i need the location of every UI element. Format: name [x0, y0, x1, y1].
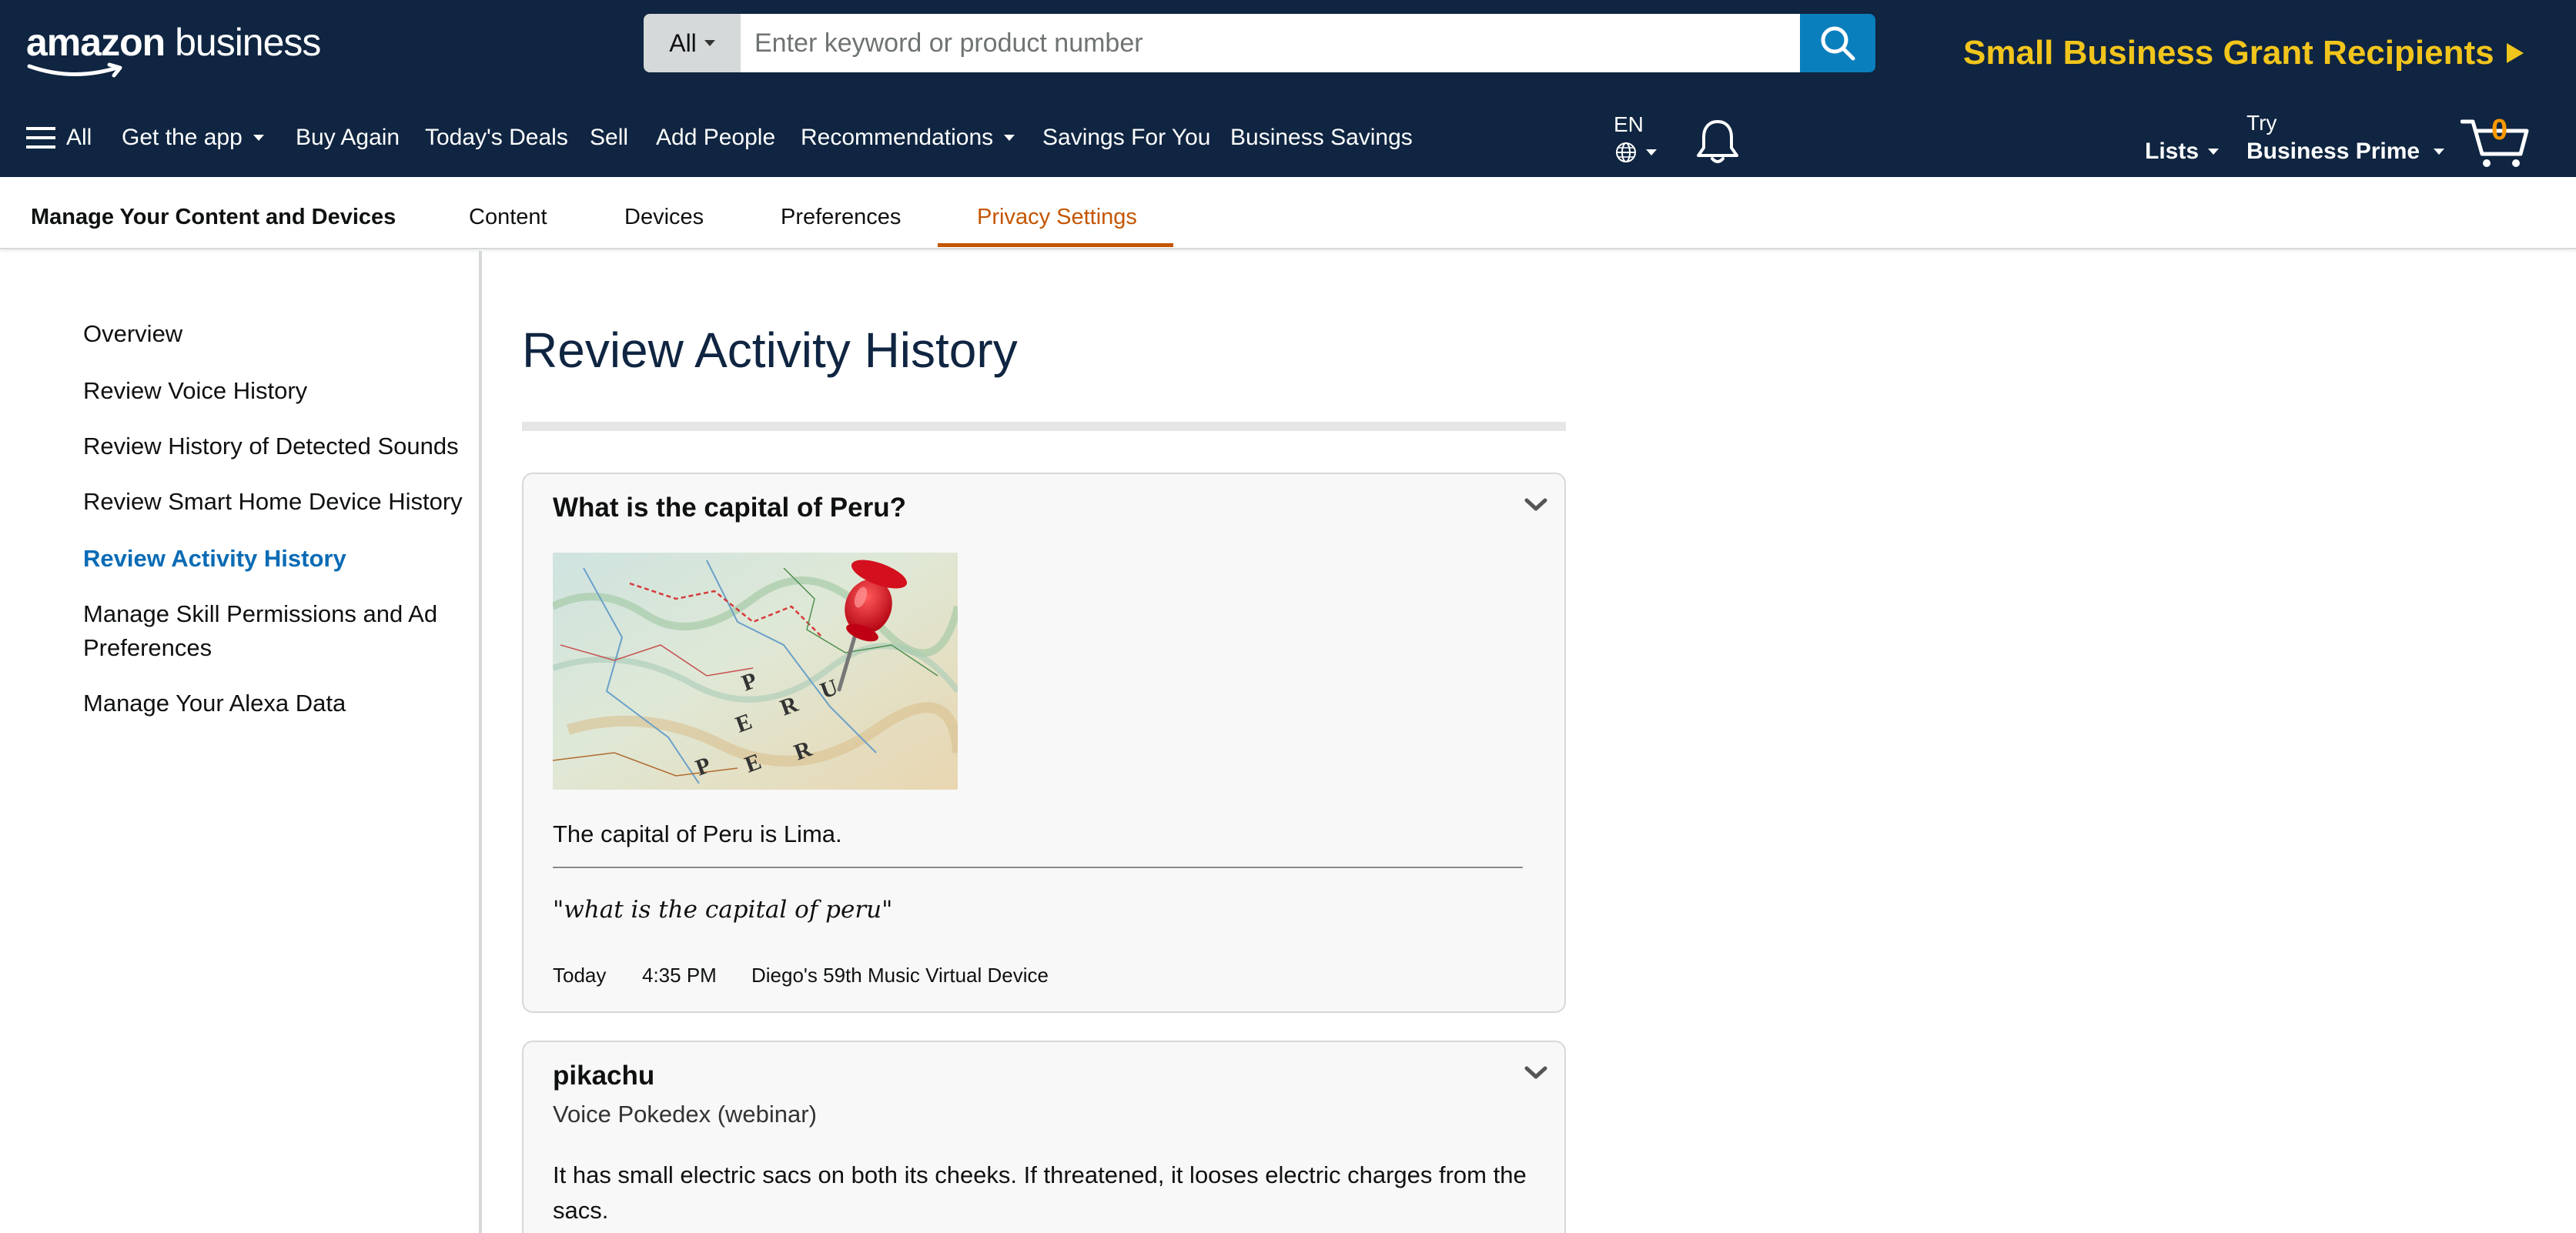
activity-question: What is the capital of Peru? [553, 493, 906, 523]
content-devices-subnav: Manage Your Content and Devices Content … [0, 177, 2576, 249]
sidebar-item-alexa-data[interactable]: Manage Your Alexa Data [83, 687, 468, 720]
nav-savings-for-you-label: Savings For You [1042, 125, 1211, 150]
nav-recommendations[interactable]: Recommendations [801, 125, 1015, 151]
activity-device: Diego's 59th Music Virtual Device [751, 964, 1049, 987]
nav-all-label: All [66, 125, 92, 150]
tab-privacy-settings[interactable]: Privacy Settings [977, 205, 1137, 230]
sidebar-item-detected-sounds[interactable]: Review History of Detected Sounds [83, 429, 468, 463]
caret-down-icon [1646, 149, 1657, 155]
card-divider [553, 867, 1523, 868]
tab-content[interactable]: Content [469, 205, 547, 230]
nav-business-savings-label: Business Savings [1230, 125, 1413, 150]
sidebar-item-voice-history[interactable]: Review Voice History [83, 374, 468, 408]
nav-business-savings[interactable]: Business Savings [1230, 125, 1413, 151]
caret-down-icon [253, 135, 264, 141]
nav-get-app[interactable]: Get the app [122, 125, 264, 151]
search-input[interactable] [741, 14, 1800, 72]
top-header: amazon business All Small Business Grant… [0, 0, 2576, 177]
notification-bell-icon[interactable] [1694, 117, 1741, 166]
search-bar: All [644, 14, 1875, 72]
nav-sell[interactable]: Sell [590, 125, 628, 151]
business-prime-label: Business Prime [2246, 139, 2420, 164]
nav-add-people-label: Add People [656, 125, 776, 150]
sidebar-item-skill-permissions[interactable]: Manage Skill Permissions and Ad Preferen… [83, 597, 468, 665]
activity-question: pikachu [553, 1061, 655, 1091]
nav-recommendations-label: Recommendations [801, 125, 994, 150]
promo-text: Small Business Grant Recipients [1963, 34, 2494, 72]
tab-devices[interactable]: Devices [624, 205, 704, 230]
language-selector[interactable] [1615, 142, 1657, 163]
nav-get-app-label: Get the app [122, 125, 243, 150]
logo-text: amazon business [26, 20, 321, 65]
smile-arrow-icon [27, 62, 122, 78]
caret-down-icon [1004, 135, 1015, 141]
search-button[interactable] [1800, 14, 1875, 72]
activity-answer: The capital of Peru is Lima. [553, 820, 842, 847]
language-selector-label[interactable]: EN [1614, 112, 1644, 137]
play-arrow-icon [2506, 43, 2524, 63]
activity-card: pikachu Voice Pokedex (webinar) It has s… [522, 1041, 1566, 1233]
caret-down-icon [2208, 149, 2220, 155]
activity-skill-name: Voice Pokedex (webinar) [553, 1101, 817, 1128]
nav-sell-label: Sell [590, 125, 629, 150]
business-prime-menu[interactable]: Business Prime [2246, 139, 2445, 165]
caret-down-icon [2434, 149, 2445, 155]
logo-main-text: amazon [26, 21, 166, 64]
chevron-down-icon[interactable] [1524, 497, 1547, 513]
nav-all-menu[interactable]: All [26, 125, 92, 151]
nav-buy-again-label: Buy Again [296, 125, 400, 150]
activity-day: Today [553, 964, 607, 987]
page-title: Review Activity History [522, 322, 1018, 378]
nav-add-people[interactable]: Add People [656, 125, 775, 151]
lists-label: Lists [2145, 139, 2200, 164]
nav-todays-deals-label: Today's Deals [425, 125, 568, 150]
activity-utterance: "what is the capital of peru" [553, 896, 893, 924]
chevron-down-icon[interactable] [1524, 1065, 1547, 1081]
logo-sub-text: business [175, 21, 321, 64]
cart-count: 0 [2491, 114, 2508, 146]
promo-banner-link[interactable]: Small Business Grant Recipients [1963, 34, 2525, 72]
peru-map-pin-image: R U E E R P P [553, 553, 958, 790]
nav-buy-again[interactable]: Buy Again [296, 125, 400, 151]
sidebar-divider [479, 251, 482, 1233]
search-icon [1821, 26, 1855, 61]
sidebar-item-overview[interactable]: Overview [83, 317, 468, 351]
activity-answer: It has small electric sacs on both its c… [553, 1161, 1527, 1224]
subnav-title[interactable]: Manage Your Content and Devices [31, 205, 396, 230]
amazon-business-logo[interactable]: amazon business [26, 17, 326, 79]
title-divider [522, 422, 1566, 431]
globe-icon [1616, 142, 1636, 162]
nav-todays-deals[interactable]: Today's Deals [425, 125, 568, 151]
tab-preferences[interactable]: Preferences [781, 205, 901, 230]
lists-menu[interactable]: Lists [2145, 139, 2220, 165]
try-label: Try [2246, 111, 2277, 135]
activity-card: What is the capital of Peru? R U E E R P… [522, 473, 1566, 1013]
map-pin-icon: R U E E R P P [553, 553, 958, 790]
chevron-down-icon [704, 40, 715, 46]
search-category-dropdown[interactable]: All [644, 14, 741, 72]
nav-savings-for-you[interactable]: Savings For You [1042, 125, 1210, 151]
hamburger-menu-icon [26, 127, 55, 149]
sidebar-item-smart-home-history[interactable]: Review Smart Home Device History [83, 485, 468, 519]
activity-time: 4:35 PM [642, 964, 717, 987]
search-category-label: All [669, 28, 697, 57]
sidebar-item-activity-history[interactable]: Review Activity History [83, 542, 468, 576]
active-tab-indicator [938, 243, 1173, 247]
